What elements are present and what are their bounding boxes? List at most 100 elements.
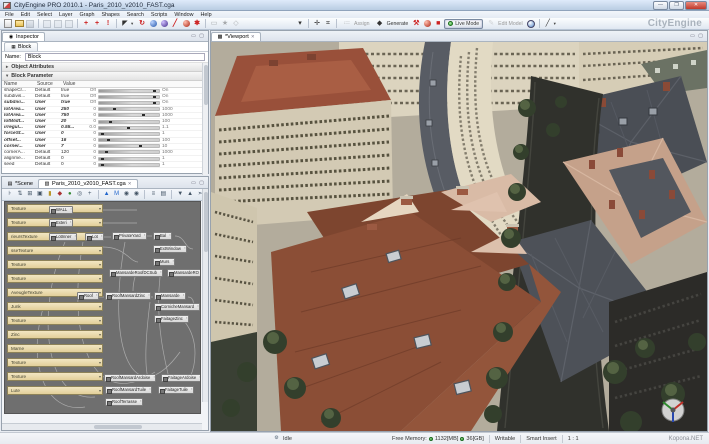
- layers-icon[interactable]: ▤: [159, 190, 167, 199]
- filter-icon[interactable]: ▼: [176, 190, 184, 199]
- rule-node[interactable]: FaitageZinc: [154, 315, 189, 323]
- inspector-panel-buttons[interactable]: ▭ ▢: [191, 33, 208, 41]
- parameter-slider[interactable]: [98, 138, 160, 142]
- graph-vscrollbar[interactable]: [202, 189, 208, 402]
- auto-layout-icon[interactable]: ▣: [36, 190, 44, 199]
- generate-button[interactable]: ◆ Generate: [373, 18, 411, 30]
- rule-node[interactable]: LotInner: [49, 233, 77, 241]
- parameter-slider[interactable]: [98, 89, 160, 93]
- scale-icon[interactable]: ✱: [192, 19, 202, 29]
- search-graph2-icon[interactable]: ◉: [133, 190, 141, 199]
- parameter-slider[interactable]: [98, 157, 160, 161]
- paste-icon[interactable]: [64, 19, 74, 29]
- minimize-button[interactable]: —: [653, 1, 668, 10]
- rule-node[interactable]: Murs: [153, 258, 175, 266]
- section-object-attributes[interactable]: ▸ Object Attributes: [2, 63, 208, 72]
- wand-dropdown-icon[interactable]: ▾: [554, 21, 559, 27]
- zoom-in-icon[interactable]: +: [86, 190, 94, 199]
- orbit-navy-icon[interactable]: [159, 19, 169, 29]
- menu-layer[interactable]: Layer: [59, 12, 73, 18]
- sort-az-icon[interactable]: ▲: [186, 190, 194, 199]
- skew-tool-icon[interactable]: ◇: [231, 19, 241, 29]
- parameter-slider[interactable]: [98, 132, 160, 136]
- rule-node[interactable]: FaitageArdoise: [161, 374, 201, 382]
- texture-node[interactable]: Lute: [7, 386, 103, 395]
- select-dropdown-icon[interactable]: ▾: [131, 21, 136, 27]
- copy-icon[interactable]: [53, 19, 63, 29]
- close-button[interactable]: ✕: [685, 1, 707, 10]
- add-street-icon[interactable]: +: [81, 19, 91, 29]
- select-arrow-icon[interactable]: ◤: [120, 19, 130, 29]
- menu-search[interactable]: Search: [127, 12, 144, 18]
- node-highlight-icon[interactable]: ▮: [46, 190, 54, 199]
- menu-scripts[interactable]: Scripts: [151, 12, 167, 18]
- apply-icon[interactable]: ●: [66, 190, 74, 199]
- problems-icon[interactable]: !: [103, 19, 113, 29]
- close-tab-icon[interactable]: ✕: [128, 181, 132, 187]
- wand-icon[interactable]: ╱: [543, 19, 553, 29]
- tab-viewport[interactable]: ▩ *Viewport ✕: [211, 32, 261, 41]
- rule-node[interactable]: MansardeRoofDCSub: [109, 269, 163, 277]
- rule-node[interactable]: CornicheMansard: [154, 303, 200, 311]
- rule-node[interactable]: PrivateYard: [112, 232, 147, 240]
- parameter-row[interactable]: seedDefault001: [2, 162, 208, 168]
- texture-node[interactable]: Texture: [7, 372, 103, 381]
- menu-window[interactable]: Window: [174, 12, 193, 18]
- globe-icon[interactable]: [526, 19, 536, 29]
- texture-node[interactable]: Zinc: [7, 330, 103, 339]
- rule-node[interactable]: Mansarde: [154, 292, 186, 300]
- menu-help[interactable]: Help: [201, 12, 212, 18]
- layout-tree-icon[interactable]: ⊦: [6, 190, 14, 199]
- menu-edit[interactable]: Edit: [21, 12, 30, 18]
- rule-node[interactable]: RoofMansardArdoise: [104, 374, 156, 382]
- preset-dropdown[interactable]: ▾: [295, 19, 305, 29]
- list-icon[interactable]: ≡: [149, 190, 157, 199]
- orbit-blue-icon[interactable]: [148, 19, 158, 29]
- texture-node[interactable]: Marne: [7, 344, 103, 353]
- name-field[interactable]: Block: [25, 53, 205, 61]
- zoom-frame-icon[interactable]: ▭: [209, 19, 219, 29]
- texture-node[interactable]: sseTexture: [7, 246, 103, 255]
- rule-node[interactable]: Lot: [85, 233, 104, 241]
- edit-model-button[interactable]: ✎ Edit Model: [484, 18, 525, 30]
- parameter-slider[interactable]: [98, 144, 160, 148]
- parameter-slider[interactable]: [98, 113, 160, 117]
- stop-icon[interactable]: ■: [433, 19, 443, 29]
- rule-node[interactable]: MansardeRO: [167, 269, 201, 277]
- menu-graph[interactable]: Graph: [79, 12, 94, 18]
- anchor-icon[interactable]: ▲: [103, 190, 111, 199]
- save-icon[interactable]: [25, 19, 35, 29]
- snap-icon[interactable]: ⌗: [323, 19, 333, 29]
- move-xy-icon[interactable]: ✛: [312, 19, 322, 29]
- star-tool-icon[interactable]: ★: [220, 19, 230, 29]
- link-icon[interactable]: ◎: [76, 190, 84, 199]
- parameter-slider[interactable]: [98, 101, 160, 105]
- graph-canvas[interactable]: TextureTexturerieursTexturesseTextureTex…: [4, 201, 201, 414]
- rule-node[interactable]: ExtWindow: [153, 245, 187, 253]
- graph-panel-buttons[interactable]: ▭ ▢: [191, 180, 208, 188]
- parameter-slider[interactable]: [98, 126, 160, 130]
- rule-node[interactable]: Roof: [77, 292, 99, 300]
- menu-file[interactable]: File: [5, 12, 14, 18]
- close-viewport-icon[interactable]: ✕: [251, 34, 255, 40]
- transform-icon[interactable]: ↻: [137, 19, 147, 29]
- texture-node[interactable]: Junk: [7, 302, 103, 311]
- texture-node[interactable]: Texture: [7, 274, 103, 283]
- tab-inspector[interactable]: ◉ Inspector: [2, 32, 45, 41]
- parameter-slider[interactable]: [98, 95, 160, 99]
- menu-select[interactable]: Select: [37, 12, 52, 18]
- assign-button[interactable]: ≔ Assign: [340, 18, 372, 30]
- model-icon[interactable]: M: [113, 190, 121, 199]
- add-node-icon[interactable]: +: [92, 19, 102, 29]
- rule-node[interactable]: RoofMansardZinc: [105, 292, 151, 300]
- live-mode-toggle[interactable]: Live Mode: [444, 19, 483, 29]
- rule-node[interactable]: Exteri: [49, 219, 73, 227]
- viewport-panel-buttons[interactable]: ▭ ▢: [690, 33, 707, 41]
- rule-node[interactable]: WALL: [49, 206, 73, 214]
- rule-node[interactable]: RoofTerrasse: [105, 398, 143, 406]
- texture-node[interactable]: Texture: [7, 260, 103, 269]
- section-block-parameter[interactable]: ▾ Block Parameter: [2, 72, 208, 81]
- parameter-slider[interactable]: [98, 163, 160, 167]
- inspector-scrollbar[interactable]: [202, 63, 208, 175]
- open-folder-icon[interactable]: [14, 19, 24, 29]
